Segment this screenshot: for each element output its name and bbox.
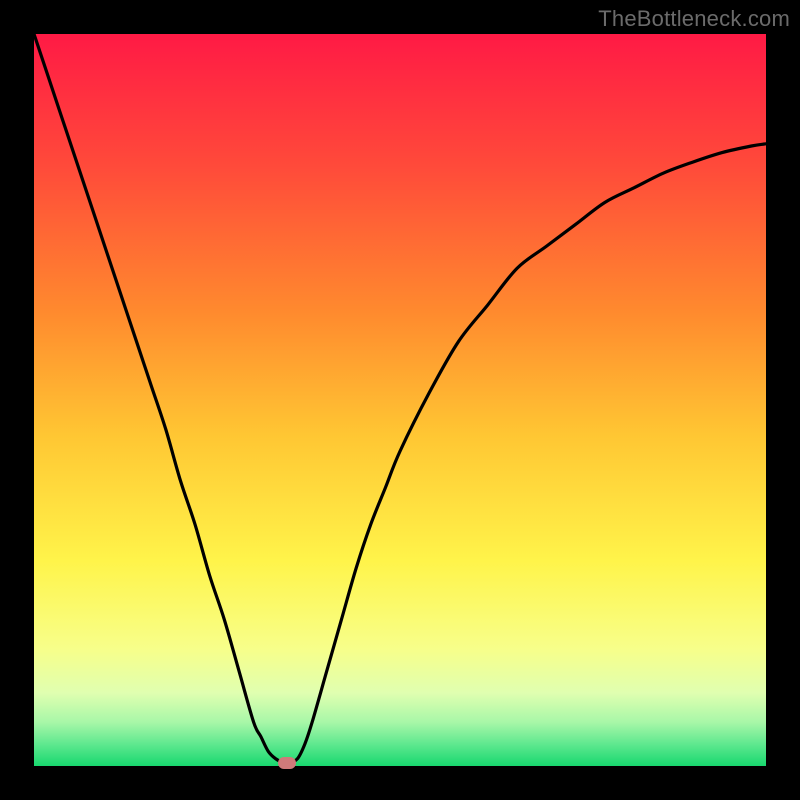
watermark-text: TheBottleneck.com [598, 6, 790, 32]
optimal-point-marker [278, 757, 296, 769]
plot-area [34, 34, 766, 766]
chart-frame: TheBottleneck.com [0, 0, 800, 800]
bottleneck-curve [34, 34, 766, 766]
